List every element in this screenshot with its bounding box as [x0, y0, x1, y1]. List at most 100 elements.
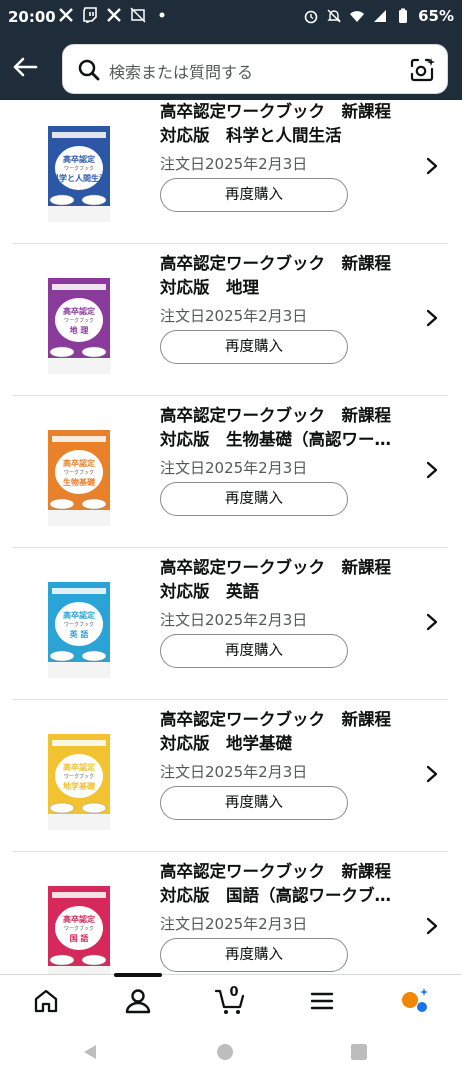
order-date: 注文日2025年2月3日: [160, 611, 308, 629]
signal-icon: [372, 8, 388, 24]
title-line-1: 高卒認定ワークブック 新課程: [160, 254, 391, 273]
order-item-title[interactable]: 高卒認定ワークブック 新課程 対応版 地理: [160, 252, 420, 300]
back-button[interactable]: [8, 50, 42, 84]
order-date: 注文日2025年2月3日: [160, 915, 308, 933]
title-line-2: 対応版 生物基礎（高認ワー…: [160, 430, 391, 449]
order-date: 注文日2025年2月3日: [160, 763, 308, 781]
cover-sub: ワークブック: [64, 621, 94, 628]
order-list: 高卒認定 ワークブック 科学と人間生活 高卒認定ワークブック 新課程 対応版 科学と人間…: [0, 100, 462, 974]
bottom-nav: 0: [0, 973, 462, 1026]
order-item[interactable]: 高卒認定 ワークブック 生物基礎 高卒認定ワークブック 新課程 対応版 生物基礎（高認ワ…: [12, 396, 448, 548]
camera-lens-icon[interactable]: [409, 57, 435, 83]
title-line-2: 対応版 国語（高認ワークブ…: [160, 886, 391, 905]
title-line-1: 高卒認定ワークブック 新課程: [160, 558, 391, 577]
cover-subject: 国 語: [70, 933, 89, 943]
cover-subject: 生物基礎: [63, 477, 96, 487]
cart-count-badge: 0: [229, 985, 239, 1000]
cover-subject: 英 語: [69, 629, 89, 639]
title-line-1: 高卒認定ワークブック 新課程: [160, 710, 391, 729]
cover-title: 高卒認定: [63, 610, 95, 620]
title-line-2: 対応版 英語: [160, 582, 259, 601]
cover-subject: 科学と人間生活: [51, 173, 107, 183]
chevron-right-icon[interactable]: [424, 460, 440, 480]
order-item[interactable]: 高卒認定 ワークブック英 語高卒認定ワークブック 新課程 対応版 英語 注文日2025…: [12, 548, 448, 700]
arrow-left-icon: [13, 57, 38, 77]
title-line-2: 対応版 地学基礎: [160, 734, 292, 753]
order-item-title[interactable]: 高卒認定ワークブック 新課程 対応版 英語: [160, 556, 420, 604]
order-item[interactable]: 高卒認定 ワークブック地 理高卒認定ワークブック 新課程 対応版 地理 注文日2025…: [12, 244, 448, 396]
alarm-icon: [303, 8, 319, 24]
x-icon: [58, 7, 74, 23]
battery-percent: 65%: [418, 7, 454, 25]
chevron-right-icon[interactable]: [424, 308, 440, 328]
title-line-2: 対応版 科学と人間生活: [160, 126, 342, 145]
system-back-icon[interactable]: [81, 1043, 99, 1061]
book-cover-image[interactable]: 高卒認定 ワークブック 生物基礎: [48, 430, 114, 526]
system-recents-icon[interactable]: [350, 1043, 368, 1061]
system-home-icon[interactable]: [216, 1043, 234, 1061]
buy-again-button[interactable]: 再度購入: [160, 634, 348, 668]
cover-sub: ワークブック: [64, 317, 94, 324]
cover-subject: 地 理: [70, 325, 89, 335]
cover-subject: 地学基礎: [63, 781, 96, 791]
cover-title: 高卒認定: [63, 154, 95, 164]
order-item[interactable]: 高卒認定 ワークブック 科学と人間生活 高卒認定ワークブック 新課程 対応版 科学と人間…: [12, 100, 448, 244]
order-item-title[interactable]: 高卒認定ワークブック 新課程 対応版 科学と人間生活: [160, 100, 420, 148]
wifi-icon: [349, 8, 365, 24]
chevron-right-icon[interactable]: [424, 156, 440, 176]
twitch-icon: [82, 7, 98, 23]
cover-title: 高卒認定: [63, 914, 95, 924]
cover-sub: ワークブック: [64, 469, 94, 476]
chevron-right-icon[interactable]: [424, 916, 440, 936]
cover-sub: ワークブック: [64, 925, 94, 932]
chevron-right-icon[interactable]: [424, 764, 440, 784]
x-icon: [106, 7, 122, 23]
status-right-icons: 65%: [303, 7, 454, 25]
buy-again-button[interactable]: 再度購入: [160, 330, 348, 364]
system-nav-bar: [0, 1026, 462, 1080]
status-bar: 20:00 65%: [0, 0, 462, 34]
search-icon: [77, 58, 101, 82]
book-cover-image[interactable]: 高卒認定 ワークブック国 語: [48, 886, 114, 974]
buy-again-button[interactable]: 再度購入: [160, 482, 348, 516]
book-cover-image[interactable]: 高卒認定 ワークブック 科学と人間生活: [48, 126, 114, 222]
menu-icon[interactable]: [306, 985, 338, 1017]
order-item-title[interactable]: 高卒認定ワークブック 新課程 対応版 生物基礎（高認ワー…: [160, 404, 420, 452]
buy-again-button[interactable]: 再度購入: [160, 786, 348, 820]
order-item[interactable]: 高卒認定 ワークブック 地学基礎 高卒認定ワークブック 新課程 対応版 地学基礎 注文日2…: [12, 700, 448, 852]
no-image-icon: [130, 7, 146, 23]
order-item[interactable]: 高卒認定 ワークブック国 語高卒認定ワークブック 新課程 対応版 国語（高認ワークブ…: [12, 852, 448, 974]
title-line-1: 高卒認定ワークブック 新課程: [160, 862, 391, 881]
search-input[interactable]: 検索または質問する: [109, 59, 253, 83]
order-item-title[interactable]: 高卒認定ワークブック 新課程 対応版 国語（高認ワークブ…: [160, 860, 420, 908]
order-item-title[interactable]: 高卒認定ワークブック 新課程 対応版 地学基礎: [160, 708, 420, 756]
order-date: 注文日2025年2月3日: [160, 155, 308, 173]
cover-sub: ワークブック: [64, 165, 94, 172]
title-line-1: 高卒認定ワークブック 新課程: [160, 102, 391, 121]
order-date: 注文日2025年2月3日: [160, 307, 308, 325]
home-icon[interactable]: [30, 985, 62, 1017]
buy-again-button[interactable]: 再度購入: [160, 178, 348, 212]
rufus-icon[interactable]: [398, 985, 430, 1017]
dot-icon: [154, 7, 170, 23]
mute-icon: [326, 8, 342, 24]
chevron-right-icon[interactable]: [424, 612, 440, 632]
status-left-icons: [58, 7, 170, 23]
cover-title: 高卒認定: [63, 458, 95, 468]
buy-again-button[interactable]: 再度購入: [160, 938, 348, 972]
top-header: 20:00 65% 検索または質問する: [0, 0, 462, 100]
active-tab-indicator: [114, 973, 162, 977]
book-cover-image[interactable]: 高卒認定 ワークブック地 理: [48, 278, 114, 374]
account-icon[interactable]: [122, 985, 154, 1017]
cover-title: 高卒認定: [63, 306, 95, 316]
title-line-1: 高卒認定ワークブック 新課程: [160, 406, 391, 425]
battery-icon: [395, 8, 411, 24]
book-cover-image[interactable]: 高卒認定 ワークブック 地学基礎: [48, 734, 114, 830]
cover-sub: ワークブック: [64, 773, 94, 780]
order-date: 注文日2025年2月3日: [160, 459, 308, 477]
status-time: 20:00: [8, 8, 56, 26]
book-cover-image[interactable]: 高卒認定 ワークブック英 語: [48, 582, 114, 678]
search-bar[interactable]: 検索または質問する: [62, 44, 448, 94]
title-line-2: 対応版 地理: [160, 278, 259, 297]
cover-title: 高卒認定: [63, 762, 95, 772]
